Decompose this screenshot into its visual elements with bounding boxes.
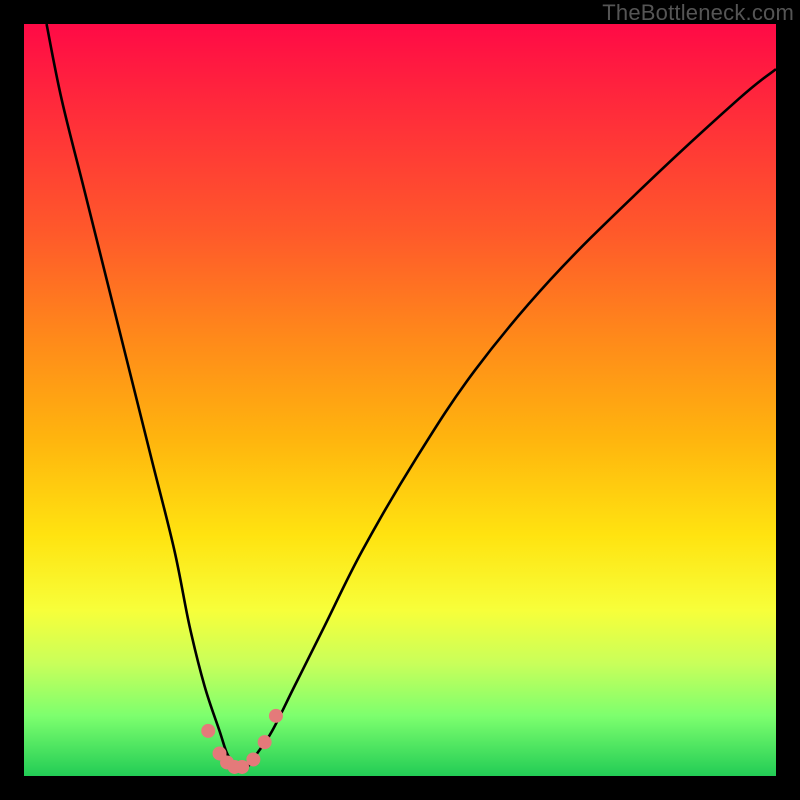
bottleneck-curve-svg	[24, 24, 776, 776]
minimum-marker	[201, 724, 215, 738]
minimum-marker	[246, 752, 260, 766]
minimum-markers	[201, 709, 283, 774]
minimum-marker	[269, 709, 283, 723]
chart-stage: TheBottleneck.com	[0, 0, 800, 800]
bottleneck-curve	[47, 24, 776, 768]
watermark-text: TheBottleneck.com	[602, 0, 794, 26]
chart-plot-area	[24, 24, 776, 776]
minimum-marker	[258, 735, 272, 749]
